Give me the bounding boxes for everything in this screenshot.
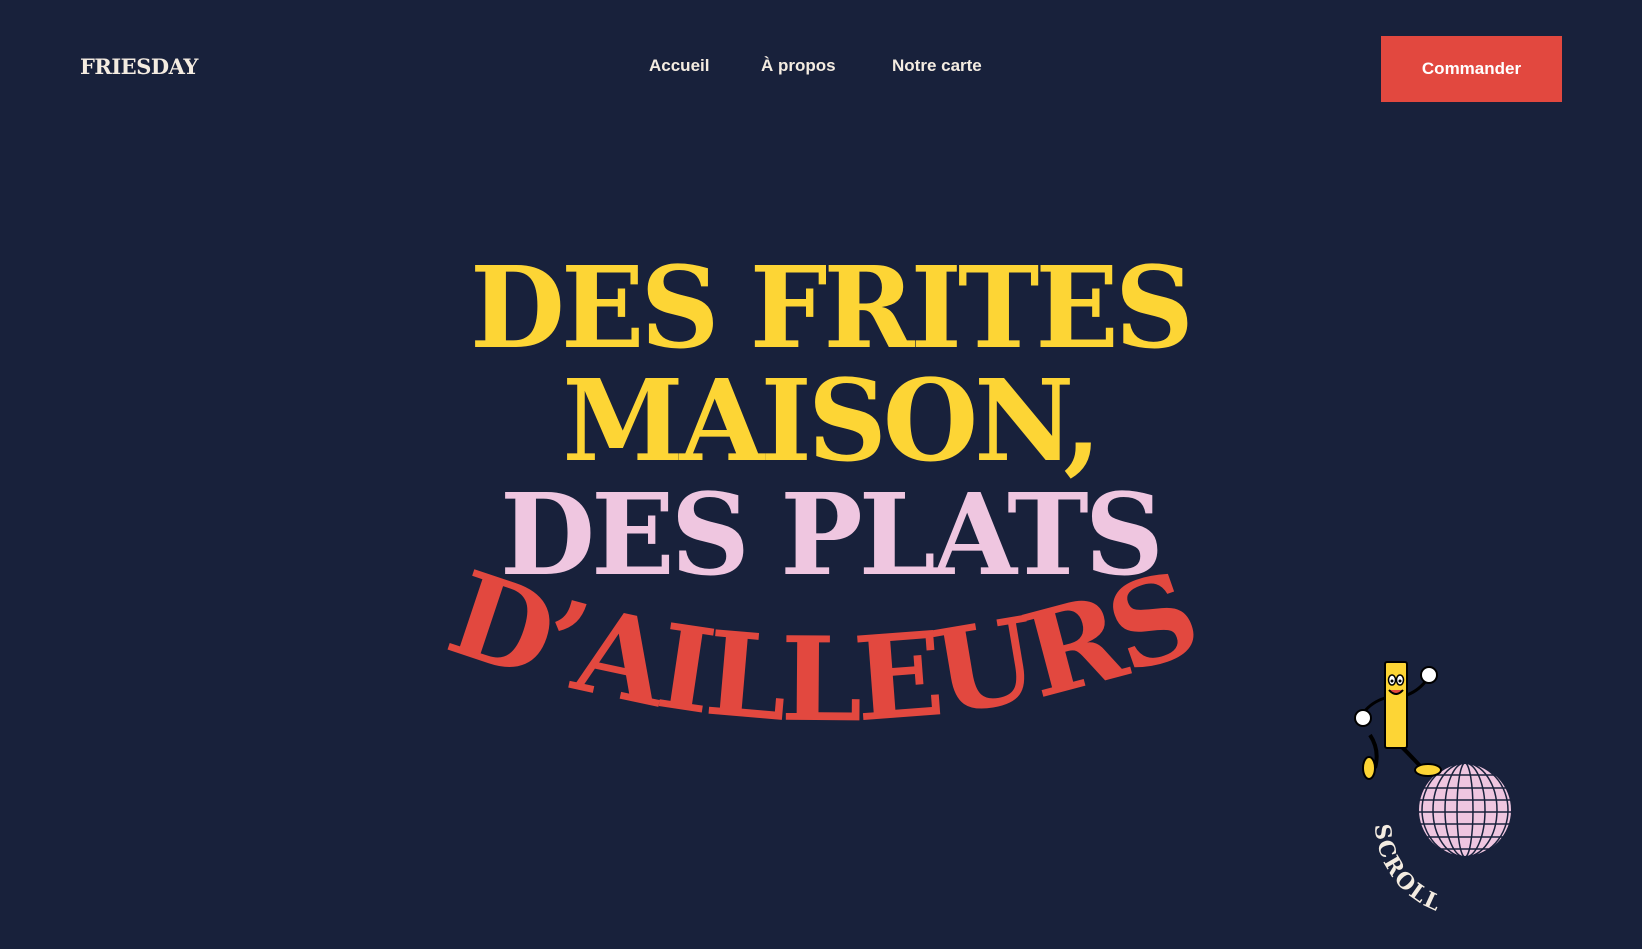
scroll-indicator[interactable]: SCROLL — [1340, 650, 1540, 920]
scroll-indicator-graphic: SCROLL — [1354, 661, 1513, 917]
brand-logo[interactable]: FRIESDAY — [80, 54, 198, 79]
hero-line-4-text: D’AILLEURS — [433, 545, 1215, 748]
hero-line-1: DES FRITES — [470, 243, 1190, 374]
site-header: FRIESDAY Accueil À propos Notre carte Co… — [0, 0, 1642, 140]
fry-mascot-icon — [1354, 661, 1442, 780]
disco-ball-icon — [1417, 762, 1513, 858]
nav-link-accueil[interactable]: Accueil — [649, 56, 709, 76]
hero-line-4: D’AILLEURS — [433, 545, 1211, 748]
hero-line-2: MAISON, — [563, 356, 1098, 487]
hero-line-3: DES PLATS — [500, 470, 1160, 601]
nav-link-notre-carte[interactable]: Notre carte — [892, 56, 982, 76]
nav-link-a-propos[interactable]: À propos — [761, 56, 836, 76]
order-button[interactable]: Commander — [1381, 36, 1562, 102]
